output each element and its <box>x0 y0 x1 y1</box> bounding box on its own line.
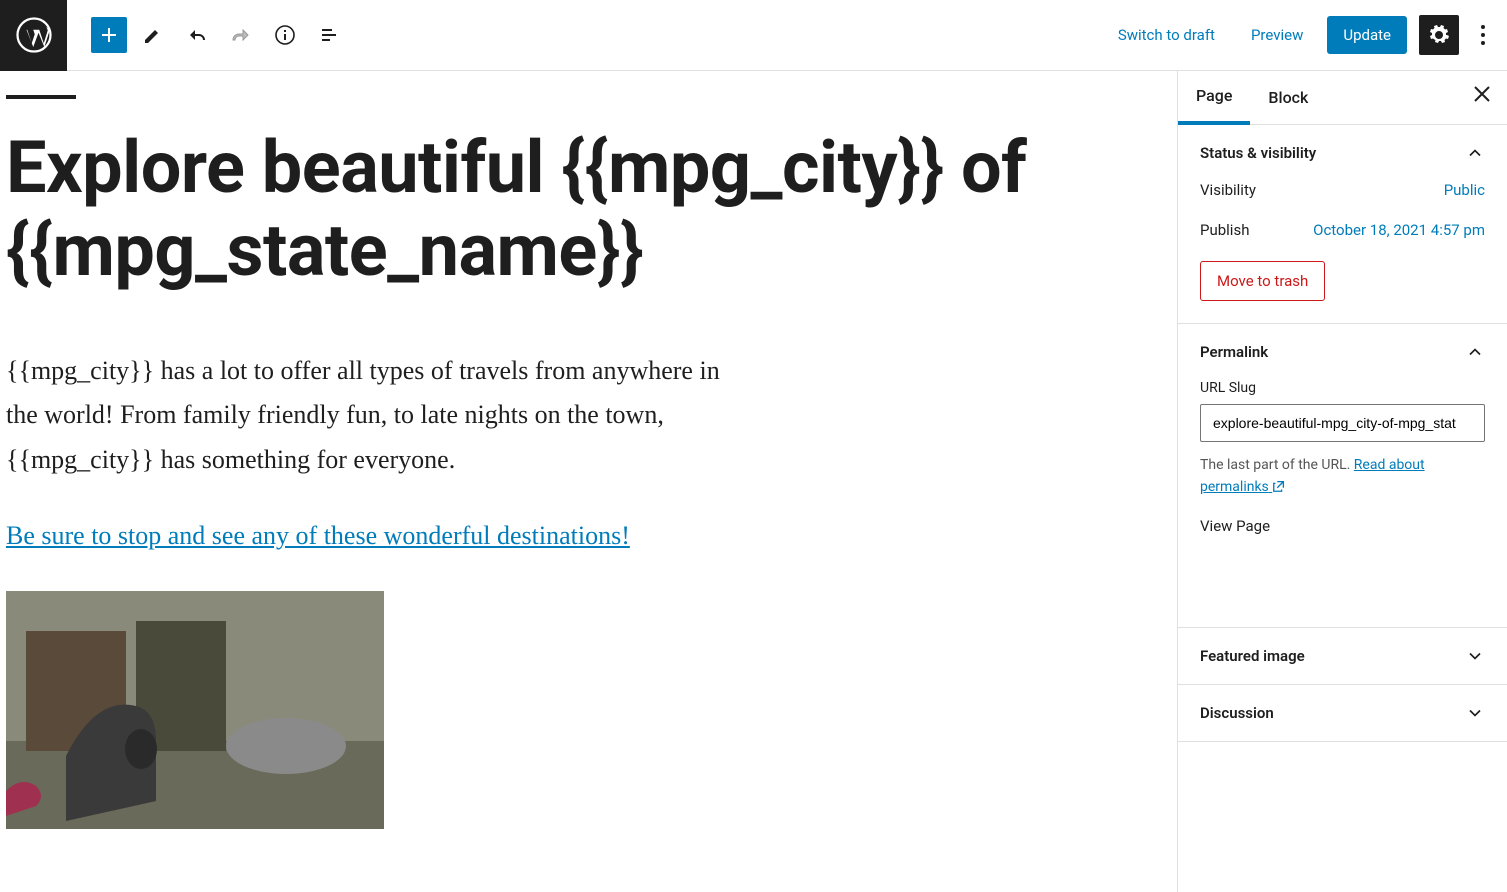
publish-label: Publish <box>1200 221 1249 239</box>
street-scene-image <box>6 591 384 829</box>
redo-button[interactable] <box>223 17 259 53</box>
featured-image-panel: Featured image <box>1178 628 1507 685</box>
list-icon <box>317 23 341 47</box>
image-block[interactable]: cc-nc <box>6 591 384 829</box>
workspace: Explore beautiful {{mpg_city}} of {{mpg_… <box>0 71 1507 892</box>
edit-tool-button[interactable] <box>135 17 171 53</box>
permalink-panel: Permalink URL Slug The last part of the … <box>1178 324 1507 628</box>
url-slug-label: URL Slug <box>1200 380 1485 396</box>
editor-canvas[interactable]: Explore beautiful {{mpg_city}} of {{mpg_… <box>0 71 1177 892</box>
slug-help-text: The last part of the URL. Read about per… <box>1200 454 1485 499</box>
link-block[interactable]: Be sure to stop and see any of these won… <box>6 521 630 551</box>
paragraph-block[interactable]: {{mpg_city}} has a lot to offer all type… <box>6 349 726 483</box>
visibility-value[interactable]: Public <box>1444 181 1485 199</box>
page-title[interactable]: Explore beautiful {{mpg_city}} of {{mpg_… <box>6 127 1056 293</box>
permalink-toggle[interactable]: Permalink <box>1178 324 1507 380</box>
external-link-icon <box>1272 479 1286 493</box>
discussion-panel: Discussion <box>1178 685 1507 742</box>
close-icon <box>1473 85 1491 103</box>
chevron-up-icon <box>1465 342 1485 362</box>
publish-value[interactable]: October 18, 2021 4:57 pm <box>1313 221 1485 239</box>
tab-block[interactable]: Block <box>1250 72 1326 123</box>
wordpress-logo[interactable] <box>0 0 67 71</box>
more-options-button[interactable] <box>1471 15 1495 55</box>
toolbar-buttons <box>67 17 347 53</box>
plus-icon <box>97 23 121 47</box>
slug-help-prefix: The last part of the URL. <box>1200 457 1354 473</box>
chevron-down-icon <box>1465 703 1485 723</box>
preview-button[interactable]: Preview <box>1239 18 1315 52</box>
info-button[interactable] <box>267 17 303 53</box>
info-icon <box>273 23 297 47</box>
chevron-down-icon <box>1465 646 1485 666</box>
status-visibility-panel: Status & visibility Visibility Public Pu… <box>1178 125 1507 324</box>
status-visibility-toggle[interactable]: Status & visibility <box>1178 125 1507 181</box>
visibility-label: Visibility <box>1200 181 1256 199</box>
undo-button[interactable] <box>179 17 215 53</box>
wordpress-icon <box>16 17 52 53</box>
url-slug-input[interactable] <box>1200 404 1485 442</box>
panel-title: Status & visibility <box>1200 144 1316 162</box>
add-block-button[interactable] <box>91 17 127 53</box>
featured-image-toggle[interactable]: Featured image <box>1178 628 1507 684</box>
outline-button[interactable] <box>311 17 347 53</box>
topbar-right: Switch to draft Preview Update <box>1106 15 1507 55</box>
tab-page[interactable]: Page <box>1178 71 1250 125</box>
gear-icon <box>1427 23 1451 47</box>
kebab-icon <box>1481 25 1485 45</box>
redo-icon <box>229 23 253 47</box>
update-button[interactable]: Update <box>1327 16 1407 54</box>
chevron-up-icon <box>1465 143 1485 163</box>
move-to-trash-button[interactable]: Move to trash <box>1200 261 1325 301</box>
switch-to-draft-button[interactable]: Switch to draft <box>1106 18 1227 52</box>
pencil-icon <box>141 23 165 47</box>
publish-row: Publish October 18, 2021 4:57 pm <box>1200 221 1485 239</box>
view-page-link[interactable]: View Page <box>1200 517 1485 535</box>
panel-title: Permalink <box>1200 343 1268 361</box>
undo-icon <box>185 23 209 47</box>
topbar: Switch to draft Preview Update <box>0 0 1507 71</box>
settings-button[interactable] <box>1419 15 1459 55</box>
settings-sidebar: Page Block Status & visibility Visibilit… <box>1177 71 1507 892</box>
title-separator <box>6 95 76 99</box>
panel-title: Discussion <box>1200 704 1274 722</box>
panel-title: Featured image <box>1200 647 1305 665</box>
topbar-left <box>0 0 347 70</box>
discussion-toggle[interactable]: Discussion <box>1178 685 1507 741</box>
close-sidebar-button[interactable] <box>1473 85 1491 108</box>
visibility-row: Visibility Public <box>1200 181 1485 199</box>
sidebar-tabs: Page Block <box>1178 71 1507 125</box>
